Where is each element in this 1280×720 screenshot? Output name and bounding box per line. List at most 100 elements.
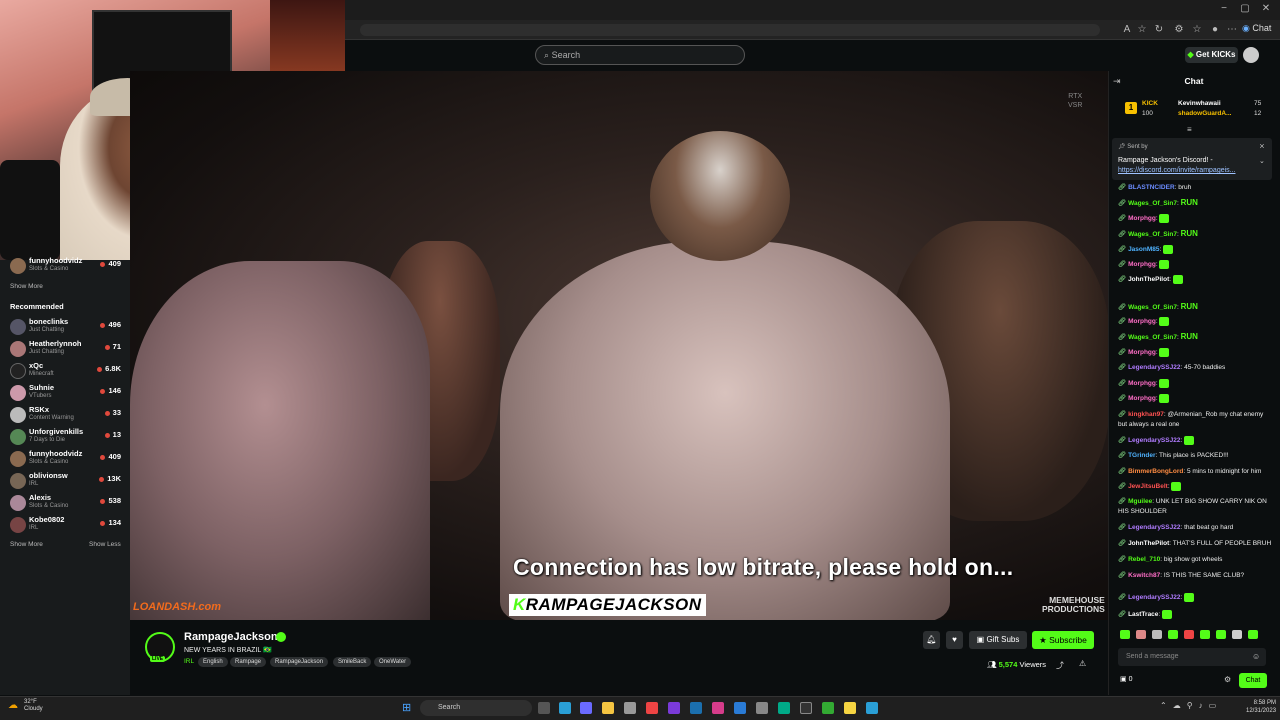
twitch-icon[interactable] bbox=[668, 702, 680, 714]
sticky-notes-icon[interactable] bbox=[844, 702, 856, 714]
get-kicks-button[interactable]: ◆ Get KICKs bbox=[1185, 47, 1238, 63]
sidebar-item-recommended[interactable]: xQc Minecraft 6.8K bbox=[10, 361, 125, 383]
extensions-icon[interactable]: ⚙ bbox=[1172, 23, 1186, 37]
stream-tag[interactable]: SmileBack bbox=[333, 657, 372, 667]
chat-settings-icon[interactable]: ⚙ bbox=[1224, 675, 1231, 684]
windows-start-icon[interactable]: ⊞ bbox=[402, 701, 411, 714]
emote-icon[interactable] bbox=[1168, 630, 1178, 639]
chat-username[interactable]: Wages_Of_Sin7 bbox=[1128, 200, 1177, 207]
chrome-icon[interactable] bbox=[646, 702, 658, 714]
pinned-link[interactable]: https://discord.com/invite/rampageis... bbox=[1118, 166, 1263, 176]
chat-username[interactable]: LegendarySSJ22 bbox=[1128, 364, 1180, 371]
weather-widget[interactable]: 32°F Cloudy bbox=[24, 699, 43, 713]
chat-username[interactable]: Kswitch87 bbox=[1128, 572, 1160, 579]
emote-icon[interactable] bbox=[1120, 630, 1130, 639]
close-window-button[interactable]: ✕ bbox=[1258, 3, 1274, 14]
task-view-icon[interactable] bbox=[538, 702, 550, 714]
notification-bell-button[interactable]: 🔔︎ bbox=[923, 631, 940, 649]
app-icon[interactable] bbox=[778, 702, 790, 714]
unpin-icon[interactable]: ⨯ bbox=[1259, 142, 1265, 150]
read-aloud-icon[interactable]: A bbox=[1120, 23, 1134, 37]
chat-username[interactable]: LegendarySSJ22 bbox=[1128, 594, 1180, 601]
video-player[interactable] bbox=[130, 71, 1108, 620]
follow-button[interactable]: ♥ bbox=[946, 631, 963, 649]
settings-icon[interactable] bbox=[756, 702, 768, 714]
chat-username[interactable]: Rebel_710 bbox=[1128, 556, 1160, 563]
edge-icon[interactable] bbox=[559, 702, 571, 714]
chat-username[interactable]: Morphgg bbox=[1128, 349, 1156, 356]
copilot-icon[interactable] bbox=[580, 702, 592, 714]
chat-username[interactable]: LegendarySSJ22 bbox=[1128, 524, 1180, 531]
minimize-button[interactable]: − bbox=[1216, 3, 1232, 14]
sidebar-item-recommended[interactable]: oblivionsw IRL 13K bbox=[10, 471, 125, 493]
taskbar-search[interactable]: Search bbox=[420, 700, 532, 716]
chat-username[interactable]: Morphgg bbox=[1128, 380, 1156, 387]
chat-username[interactable]: JasonM85 bbox=[1128, 246, 1159, 253]
chat-kicks-balance[interactable]: ▣ 0 bbox=[1120, 675, 1132, 683]
sidebar-item-recommended[interactable]: Suhnie VTubers 146 bbox=[10, 383, 125, 405]
leaderboard-user[interactable]: shadowGuardA... bbox=[1178, 110, 1231, 117]
chat-send-button[interactable]: Chat bbox=[1239, 673, 1267, 688]
chat-username[interactable]: BLASTNCIDER bbox=[1128, 184, 1175, 191]
chat-message-input[interactable]: Send a message bbox=[1118, 648, 1266, 666]
share-icon[interactable]: ⤴ bbox=[1056, 660, 1064, 671]
chat-username[interactable]: Morphgg bbox=[1128, 261, 1156, 268]
chat-username[interactable]: TGrinder bbox=[1128, 452, 1155, 459]
chat-username[interactable]: JohnThePilot bbox=[1128, 276, 1169, 283]
chat-username[interactable]: kingkhan97 bbox=[1128, 411, 1164, 418]
sidebar-item-followed[interactable]: funnyhoodvidz Slots & Casino 409 bbox=[10, 256, 125, 278]
taskbar-clock[interactable]: 8:58 PM 12/31/2023 bbox=[1246, 699, 1276, 715]
search-input[interactable]: ⌕ Search bbox=[535, 45, 745, 65]
favorite-star-icon[interactable]: ☆ bbox=[1135, 23, 1149, 37]
store-icon[interactable] bbox=[624, 702, 636, 714]
leaderboard-toggle-icon[interactable]: ≡ bbox=[1187, 125, 1192, 134]
stream-tag[interactable]: English bbox=[198, 657, 228, 667]
gift-subs-button[interactable]: ▣ Gift Subs bbox=[969, 631, 1027, 649]
show-more-link[interactable]: Show More bbox=[10, 283, 43, 290]
stream-tag[interactable]: OneWater bbox=[374, 657, 412, 667]
stream-tag[interactable]: RampageJackson bbox=[270, 657, 329, 667]
url-field[interactable] bbox=[360, 24, 1100, 36]
copilot-chat-button[interactable]: ◉ Chat bbox=[1242, 23, 1271, 37]
channel-name[interactable]: RampageJackson bbox=[184, 631, 278, 643]
chat-username[interactable]: Mguilee bbox=[1128, 498, 1152, 505]
sidebar-item-recommended[interactable]: Alexis Slots & Casino 538 bbox=[10, 493, 125, 515]
sidebar-item-recommended[interactable]: Heatherlynnoh Just Chatting 71 bbox=[10, 339, 125, 361]
chat-username[interactable]: Wages_Of_Sin7 bbox=[1128, 304, 1177, 311]
app-icon[interactable] bbox=[734, 702, 746, 714]
favorites-icon[interactable]: ☆ bbox=[1190, 23, 1204, 37]
instagram-icon[interactable] bbox=[712, 702, 724, 714]
leaderboard-user[interactable]: Kevinwhawaii bbox=[1178, 100, 1221, 107]
stream-tag[interactable]: Rampage bbox=[230, 657, 267, 667]
weather-icon[interactable]: ☁ bbox=[8, 700, 18, 711]
chat-username[interactable]: Morphgg bbox=[1128, 318, 1156, 325]
system-tray-icons[interactable]: ⌃☁⚲♪▭ bbox=[1160, 701, 1222, 710]
emote-icon[interactable] bbox=[1136, 630, 1146, 639]
report-icon[interactable]: ⚠ bbox=[1079, 659, 1086, 668]
sidebar-item-recommended[interactable]: funnyhoodvidz Slots & Casino 409 bbox=[10, 449, 125, 471]
maximize-button[interactable]: ▢ bbox=[1237, 3, 1253, 14]
chat-username[interactable]: Wages_Of_Sin7 bbox=[1128, 231, 1177, 238]
sidebar-item-recommended[interactable]: Kobe0802 IRL 134 bbox=[10, 515, 125, 537]
emote-icon[interactable] bbox=[1200, 630, 1210, 639]
stream-category[interactable]: IRL bbox=[184, 658, 194, 665]
chat-username[interactable]: BimmerBongLord bbox=[1128, 468, 1183, 475]
emote-icon[interactable] bbox=[1152, 630, 1162, 639]
chevron-down-icon[interactable]: ⌄ bbox=[1259, 157, 1265, 165]
app-icon[interactable] bbox=[866, 702, 878, 714]
subscribe-button[interactable]: ★ Subscribe bbox=[1032, 631, 1094, 649]
chat-username[interactable]: LegendarySSJ22 bbox=[1128, 437, 1180, 444]
sidebar-item-recommended[interactable]: RSKx Content Warning 33 bbox=[10, 405, 125, 427]
chat-username[interactable]: Morphgg bbox=[1128, 215, 1156, 222]
emote-icon[interactable] bbox=[1248, 630, 1258, 639]
emote-icon[interactable] bbox=[1184, 630, 1194, 639]
chat-username[interactable]: JewJitsuBelt bbox=[1128, 483, 1168, 490]
sidebar-item-recommended[interactable]: Unforgivenkills 7 Days to Die 13 bbox=[10, 427, 125, 449]
app-icon[interactable] bbox=[822, 702, 834, 714]
emote-icon[interactable] bbox=[1232, 630, 1242, 639]
refresh-icon[interactable]: ↻ bbox=[1152, 23, 1166, 37]
tiktok-icon[interactable] bbox=[800, 702, 812, 714]
chat-username[interactable]: JohnThePilot bbox=[1128, 540, 1169, 547]
chat-username[interactable]: Wages_Of_Sin7 bbox=[1128, 334, 1177, 341]
sidebar-item-recommended[interactable]: boneclinks Just Chatting 496 bbox=[10, 317, 125, 339]
